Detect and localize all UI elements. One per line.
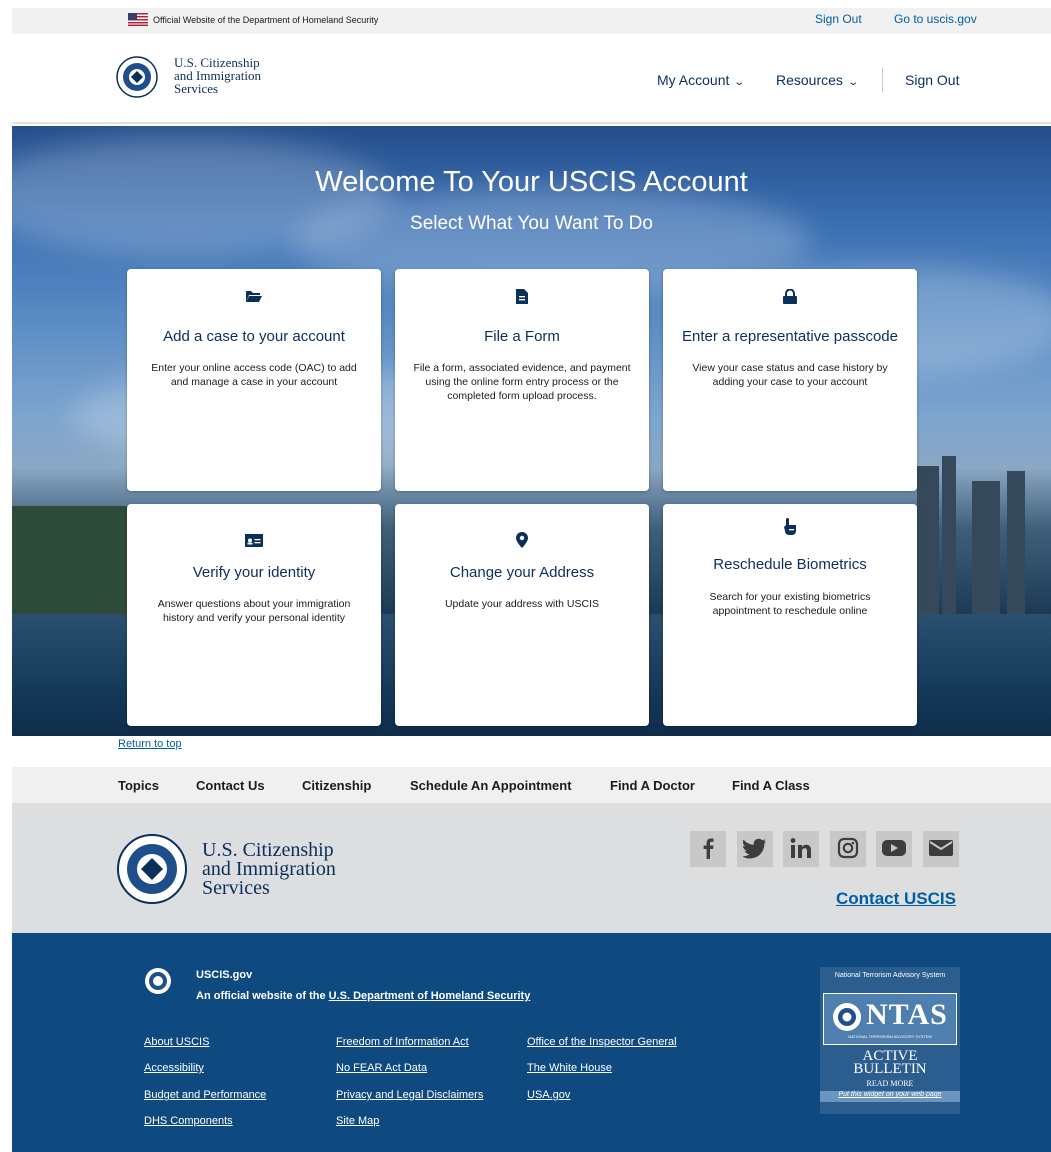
nav-my-account-label: My Account: [657, 72, 730, 88]
hero-subtitle: Select What You Want To Do: [410, 213, 653, 234]
email-icon[interactable]: [923, 831, 959, 867]
card-title: File a Form: [484, 328, 560, 345]
hero-section: Welcome To Your USCIS Account Select Wha…: [12, 126, 1051, 736]
hero-island: [12, 506, 132, 616]
footer-link-privacy[interactable]: Privacy and Legal Disclaimers: [336, 1089, 483, 1101]
logo-line-3: Services: [174, 81, 219, 96]
go-to-uscis-link[interactable]: Go to uscis.gov: [894, 12, 977, 26]
ntas-logo-text: NTAS: [866, 998, 948, 1031]
card-file-form[interactable]: File a Form File a form, associated evid…: [395, 269, 649, 491]
youtube-icon[interactable]: [876, 831, 912, 867]
card-title: Add a case to your account: [163, 328, 345, 345]
official-website-prefix: An official website of the: [196, 990, 329, 1002]
nav-resources[interactable]: Resources ⌄: [776, 72, 859, 88]
ntas-widget[interactable]: National Terrorism Advisory System NTAS …: [820, 967, 960, 1114]
gov-banner: Official Website of the Department of Ho…: [12, 8, 1051, 34]
dhs-seal-icon[interactable]: [116, 833, 188, 905]
uscis-gov-title: USCIS.gov: [196, 969, 253, 981]
card-description: Answer questions about your immigration …: [157, 598, 351, 624]
footer-nav: Topics Contact Us Citizenship Schedule A…: [12, 767, 1051, 803]
hero-building: [972, 481, 1000, 616]
map-pin-icon: [395, 532, 649, 552]
hero-building: [1007, 471, 1025, 616]
card-description: View your case status and case history b…: [692, 362, 888, 388]
dhs-link[interactable]: U.S. Department of Homeland Security: [329, 990, 531, 1002]
us-flag-icon: [128, 13, 148, 26]
card-add-case[interactable]: Add a case to your account Enter your on…: [127, 269, 381, 491]
hero-title: Welcome To Your USCIS Account: [315, 166, 748, 198]
hero-building: [917, 466, 939, 616]
footer-link-usa-gov[interactable]: USA.gov: [527, 1089, 570, 1101]
ntas-read-more[interactable]: READ MORE: [820, 1079, 960, 1088]
top-sign-out-link[interactable]: Sign Out: [815, 12, 862, 26]
card-description: Search for your existing biometrics appo…: [709, 591, 871, 617]
footer-link-no-fear[interactable]: No FEAR Act Data: [336, 1062, 427, 1074]
chevron-down-icon: ⌄: [847, 77, 859, 88]
folder-open-icon: [127, 289, 381, 309]
footer-link-budget[interactable]: Budget and Performance: [144, 1089, 266, 1101]
twitter-icon[interactable]: [737, 831, 773, 867]
hero-building: [942, 456, 956, 616]
footer-nav-find-doctor[interactable]: Find A Doctor: [610, 778, 695, 793]
card-title: Change your Address: [449, 564, 595, 581]
file-icon: [395, 289, 649, 309]
footer-identity: U.S. Citizenship and Immigration Service…: [12, 803, 1051, 933]
id-card-icon: [127, 534, 381, 554]
linkedin-icon[interactable]: [783, 831, 819, 867]
nav-resources-label: Resources: [776, 72, 843, 88]
contact-uscis-link[interactable]: Contact USCIS: [836, 889, 956, 909]
ntas-logo-subtext: NATIONAL TERRORISM ADVISORY SYSTEM: [848, 1034, 932, 1039]
footer-link-dhs-components[interactable]: DHS Components: [144, 1115, 233, 1127]
ntas-heading: National Terrorism Advisory System: [834, 972, 946, 979]
ntas-bulletin-text: BULLETIN: [853, 1061, 927, 1077]
facebook-icon[interactable]: [690, 831, 726, 867]
footer-nav-topics[interactable]: Topics: [118, 778, 159, 793]
footer-link-foia[interactable]: Freedom of Information Act: [336, 1036, 469, 1048]
card-title: Verify your identity: [192, 564, 316, 581]
dhs-seal-icon: [145, 968, 171, 994]
uscis-logo-text[interactable]: U.S. Citizenship and Immigration Service…: [174, 56, 314, 95]
card-title: Enter a representative passcode: [682, 328, 898, 345]
footer-link-site-map[interactable]: Site Map: [336, 1115, 379, 1127]
hand-pointer-icon: [663, 518, 917, 538]
card-description: File a form, associated evidence, and pa…: [413, 362, 631, 402]
chevron-down-icon: ⌄: [733, 77, 746, 88]
nav-divider: [882, 68, 883, 92]
footer-bottom: USCIS.gov An official website of the U.S…: [12, 933, 1051, 1152]
site-header: U.S. Citizenship and Immigration Service…: [12, 34, 1051, 124]
logo-line-3: Services: [202, 877, 270, 899]
card-reschedule-biometrics[interactable]: Reschedule Biometrics Search for your ex…: [663, 504, 917, 726]
card-verify-identity[interactable]: Verify your identity Answer questions ab…: [127, 504, 381, 726]
lock-icon: [663, 289, 917, 309]
uscis-footer-logo-text[interactable]: U.S. Citizenship and Immigration Service…: [202, 840, 402, 899]
footer-link-accessibility[interactable]: Accessibility: [144, 1062, 204, 1074]
footer-nav-citizenship[interactable]: Citizenship: [302, 778, 371, 793]
card-title: Reschedule Biometrics: [713, 556, 867, 573]
ntas-widget-link[interactable]: Put this widget on your web page: [820, 1091, 960, 1102]
return-to-top-link[interactable]: Return to top: [118, 738, 182, 750]
dhs-seal-icon: [833, 1003, 861, 1031]
footer-link-white-house[interactable]: The White House: [527, 1062, 612, 1074]
nav-my-account[interactable]: My Account ⌄: [657, 72, 746, 88]
footer-nav-contact-us[interactable]: Contact Us: [196, 778, 265, 793]
instagram-icon[interactable]: [830, 831, 866, 867]
card-representative-passcode[interactable]: Enter a representative passcode View you…: [663, 269, 917, 491]
official-website-line: An official website of the U.S. Departme…: [196, 990, 530, 1002]
nav-sign-out[interactable]: Sign Out: [905, 72, 959, 88]
card-description: Update your address with USCIS: [444, 598, 600, 610]
card-change-address[interactable]: Change your Address Update your address …: [395, 504, 649, 726]
ntas-logo: NTAS NATIONAL TERRORISM ADVISORY SYSTEM: [823, 993, 957, 1045]
footer-nav-find-class[interactable]: Find A Class: [732, 778, 810, 793]
official-website-text: Official Website of the Department of Ho…: [153, 15, 379, 25]
card-description: Enter your online access code (OAC) to a…: [151, 362, 357, 388]
footer-nav-schedule-appointment[interactable]: Schedule An Appointment: [410, 778, 572, 793]
footer-link-about-uscis[interactable]: About USCIS: [144, 1036, 209, 1048]
dhs-seal-icon[interactable]: [116, 56, 158, 98]
ntas-active-bulletin: ACTIVE BULLETIN: [820, 1049, 960, 1077]
footer-link-inspector-general[interactable]: Office of the Inspector General: [527, 1036, 677, 1048]
